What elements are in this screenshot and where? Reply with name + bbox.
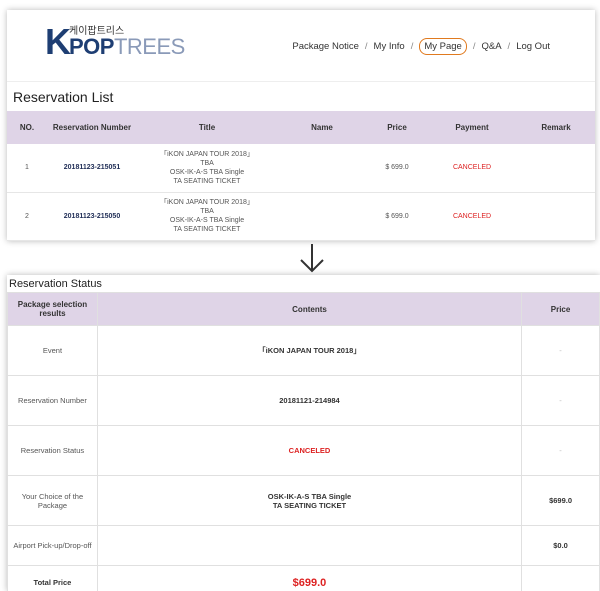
event-name: 「iKON JAPAN TOUR 2018」 — [96, 325, 523, 376]
col-name: Name — [277, 111, 367, 144]
nav-separator: / — [410, 41, 414, 52]
title-line: TA SEATING TICKET — [173, 226, 241, 233]
status-row-total: Total Price $699.0 — [7, 565, 600, 591]
row-label: Reservation Number — [7, 375, 98, 426]
col-price: Price — [367, 111, 427, 144]
row-price: - — [521, 325, 600, 376]
reservation-number-link[interactable]: 20181123-215050 — [47, 192, 137, 241]
status-row-event: Event 「iKON JAPAN TOUR 2018」 - — [7, 325, 600, 376]
package-line: OSK-IK-A-S TBA Single — [267, 491, 352, 501]
row-label: Event — [7, 325, 98, 376]
row-label: Airport Pick-up/Drop-off — [7, 525, 98, 566]
logo-trees: TREES — [113, 34, 185, 59]
nav-log-out[interactable]: Log Out — [516, 41, 550, 52]
reservation-list-panel: K 케이팝트리스 POPTREES Package Notice / My In… — [7, 10, 595, 241]
row-price: $ 699.0 — [367, 144, 427, 193]
status-row-package: Your Choice of the Package OSK-IK-A-S TB… — [7, 475, 600, 526]
title-line: TBA — [200, 159, 214, 167]
down-arrow-icon — [300, 244, 324, 273]
top-navigation: Package Notice / My Info / My Page / Q&A… — [292, 38, 550, 55]
reservation-list-title: Reservation List — [13, 89, 114, 105]
status-row-reservation-number: Reservation Number 20181121-214984 - — [7, 375, 600, 426]
col-reservation-number: Reservation Number — [47, 111, 137, 144]
row-no: 1 — [7, 144, 47, 193]
nav-qna[interactable]: Q&A — [481, 41, 501, 52]
total-price-empty — [521, 565, 600, 591]
nav-package-notice[interactable]: Package Notice — [292, 41, 359, 52]
table-row[interactable]: 1 20181123-215051 「iKON JAPAN TOUR 2018」… — [7, 144, 595, 193]
total-price: $699.0 — [96, 565, 523, 591]
col-package-selection: Package selection results — [7, 292, 98, 326]
reservation-status-table: Package selection results Contents Price… — [7, 292, 600, 591]
title-line: TBA — [200, 208, 214, 215]
logo-k: K — [45, 21, 71, 62]
nav-my-info[interactable]: My Info — [374, 41, 405, 52]
nav-separator: / — [364, 41, 368, 52]
col-contents: Contents — [96, 292, 523, 326]
row-payment-status: CANCELED — [427, 144, 517, 193]
row-remark — [517, 192, 595, 241]
airport-price: $0.0 — [521, 525, 600, 566]
reservation-number: 20181121-214984 — [96, 375, 523, 426]
package-choice: OSK-IK-A-S TBA Single TA SEATING TICKET — [96, 475, 523, 526]
airport-content — [96, 525, 523, 566]
row-title: 「iKON JAPAN TOUR 2018」 TBA OSK-IK-A-S TB… — [137, 144, 277, 193]
nav-my-page[interactable]: My Page — [419, 38, 467, 55]
row-title: 「iKON JAPAN TOUR 2018」 TBA OSK-IK-A-S TB… — [137, 192, 277, 241]
table-header-row: NO. Reservation Number Title Name Price … — [7, 111, 595, 144]
title-line: 「iKON JAPAN TOUR 2018」 — [160, 150, 254, 158]
reservation-status-title: Reservation Status — [9, 278, 102, 290]
package-line: TA SEATING TICKET — [272, 500, 347, 510]
nav-separator: / — [472, 41, 476, 52]
row-payment-status: CANCELED — [427, 192, 517, 241]
col-price: Price — [521, 292, 600, 326]
col-no: NO. — [7, 111, 47, 144]
row-price: - — [521, 375, 600, 426]
title-line: OSK-IK-A-S TBA Single — [169, 168, 245, 176]
status-row-airport: Airport Pick-up/Drop-off $0.0 — [7, 525, 600, 566]
reservation-number-link[interactable]: 20181123-215051 — [47, 144, 137, 193]
logo-wordmark: POPTREES — [69, 34, 185, 60]
status-header-row: Package selection results Contents Price — [7, 292, 600, 326]
title-line: TA SEATING TICKET — [173, 177, 241, 185]
row-label: Your Choice of the Package — [7, 475, 98, 526]
title-line: OSK-IK-A-S TBA Single — [169, 217, 245, 224]
nav-separator: / — [507, 41, 511, 52]
col-payment: Payment — [427, 111, 517, 144]
status-row-reservation-status: Reservation Status CANCELED - — [7, 425, 600, 476]
row-name — [277, 144, 367, 193]
row-label: Total Price — [7, 565, 98, 591]
row-name — [277, 192, 367, 241]
col-remark: Remark — [517, 111, 595, 144]
site-header: K 케이팝트리스 POPTREES Package Notice / My In… — [7, 10, 595, 82]
row-price: $ 699.0 — [367, 192, 427, 241]
reservation-status-panel: Reservation Status Package selection res… — [7, 275, 600, 591]
row-price: - — [521, 425, 600, 476]
row-remark — [517, 144, 595, 193]
reservation-list-table: NO. Reservation Number Title Name Price … — [7, 111, 595, 241]
logo-pop: POP — [69, 34, 114, 59]
package-price: $699.0 — [521, 475, 600, 526]
kpoptrees-logo[interactable]: K 케이팝트리스 POPTREES — [45, 22, 215, 62]
row-label: Reservation Status — [7, 425, 98, 476]
title-line: 「iKON JAPAN TOUR 2018」 — [160, 199, 254, 206]
col-title: Title — [137, 111, 277, 144]
reservation-status-value: CANCELED — [96, 425, 523, 476]
row-no: 2 — [7, 192, 47, 241]
table-row[interactable]: 2 20181123-215050 「iKON JAPAN TOUR 2018」… — [7, 192, 595, 241]
